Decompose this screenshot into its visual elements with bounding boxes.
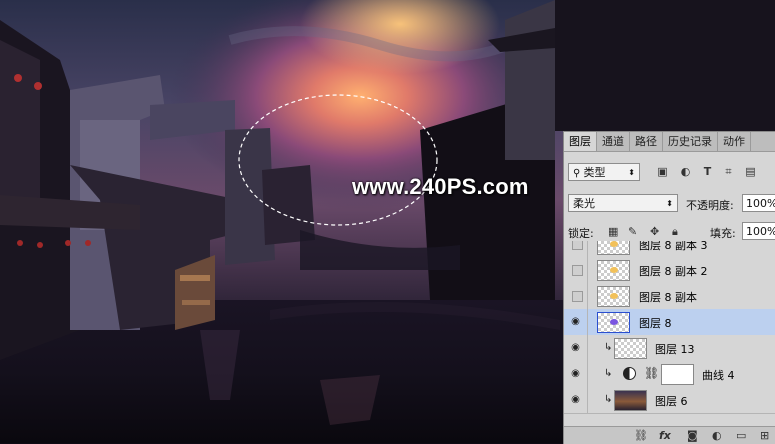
- layers-panel: 图层 通道 路径 历史记录 动作 ⚲ 类型 ⬍ ▣ ◐ T ⌗ ▤ 柔光 ⬍ 不…: [563, 131, 775, 444]
- eye-icon[interactable]: ◉: [568, 366, 583, 381]
- purple-thumbnail-mark: [610, 319, 618, 325]
- glow-thumbnail-mark: [610, 293, 618, 299]
- image-filter-icon[interactable]: ▣: [656, 165, 669, 178]
- smart-object-filter-icon[interactable]: ▤: [744, 165, 757, 178]
- new-layer-icon[interactable]: ⊞: [760, 429, 769, 443]
- type-filter-icon[interactable]: T: [701, 165, 714, 178]
- lock-label: 锁定:: [568, 227, 594, 240]
- eye-icon[interactable]: ◉: [568, 340, 583, 355]
- layer-thumbnail: [597, 312, 630, 333]
- fill-input[interactable]: 100%: [742, 222, 775, 240]
- eye-icon[interactable]: ◉: [568, 392, 583, 407]
- divider: [587, 361, 588, 387]
- layer-name: 图层 8 副本 3: [639, 241, 708, 252]
- layer-thumbnail: [597, 241, 630, 255]
- layer-row[interactable]: 图层 8 副本 3: [564, 241, 775, 258]
- layer-name: 曲线 4: [702, 369, 735, 382]
- blend-mode-value: 柔光: [573, 197, 595, 210]
- clipping-arrow-icon: ↳: [604, 342, 613, 353]
- lock-position-icon[interactable]: ✥: [650, 225, 659, 238]
- layer-row[interactable]: 图层 8 副本: [564, 283, 775, 310]
- folder-icon[interactable]: ▭: [736, 429, 746, 443]
- opacity-label: 不透明度:: [686, 199, 734, 212]
- layer-row-selected[interactable]: ◉ 图层 8: [564, 309, 775, 336]
- lock-transparent-icon[interactable]: ▦: [608, 225, 618, 238]
- layer-name: 图层 6: [655, 395, 688, 408]
- fx-icon[interactable]: fx: [659, 429, 671, 443]
- adjustment-filter-icon[interactable]: ◐: [679, 165, 692, 178]
- panel-footer: ⛓ fx ◙ ◐ ▭ ⊞: [564, 426, 775, 444]
- eye-icon[interactable]: ◉: [568, 314, 583, 329]
- panel-tabs: 图层 通道 路径 历史记录 动作: [564, 132, 775, 152]
- visibility-toggle[interactable]: [572, 241, 583, 250]
- layer-row[interactable]: 图层 8 副本 2: [564, 257, 775, 284]
- divider: [587, 241, 588, 257]
- tab-actions[interactable]: 动作: [718, 132, 751, 151]
- clipping-arrow-icon: ↳: [604, 394, 613, 405]
- watermark-text: www.240PS.com: [352, 174, 529, 199]
- layer-filter-select[interactable]: ⚲ 类型 ⬍: [568, 163, 640, 181]
- tab-layers[interactable]: 图层: [564, 132, 597, 151]
- layer-row[interactable]: ◉ ↳ 图层 6: [564, 387, 775, 414]
- fill-label: 填充:: [710, 227, 736, 240]
- tab-history[interactable]: 历史记录: [663, 132, 718, 151]
- divider: [587, 257, 588, 283]
- layer-list: 图层 8 副本 3 图层 8 副本 2 图层 8 副本 ◉ 图层 8 ◉ ↳ 图…: [564, 241, 775, 426]
- layer-thumbnail: [597, 286, 630, 307]
- layer-thumbnail: [597, 260, 630, 281]
- layer-name: 图层 8 副本: [639, 291, 697, 304]
- layer-name: 图层 13: [655, 343, 695, 356]
- curves-adjustment-icon: [623, 367, 636, 380]
- visibility-toggle[interactable]: [572, 265, 583, 276]
- divider: [587, 335, 588, 361]
- adjustment-icon[interactable]: ◐: [712, 429, 722, 443]
- divider: [587, 309, 588, 335]
- clipping-arrow-icon: ↳: [604, 368, 613, 379]
- layer-name: 图层 8: [639, 317, 672, 330]
- tab-paths[interactable]: 路径: [630, 132, 663, 151]
- shape-filter-icon[interactable]: ⌗: [722, 165, 735, 178]
- layer-thumbnail: [614, 390, 647, 411]
- lock-all-icon[interactable]: 🔒︎: [672, 225, 678, 238]
- visibility-toggle[interactable]: [572, 291, 583, 302]
- opacity-input[interactable]: 100%: [742, 194, 775, 212]
- layer-row[interactable]: ◉ ↳ 图层 13: [564, 335, 775, 362]
- filter-value: 类型: [583, 166, 606, 179]
- chevron-updown-icon: ⬍: [666, 199, 673, 208]
- layer-row[interactable]: ◉ ↳ ⛓ 曲线 4: [564, 361, 775, 388]
- glow-thumbnail-mark: [610, 267, 618, 273]
- tab-channels[interactable]: 通道: [597, 132, 630, 151]
- layer-name: 图层 8 副本 2: [639, 265, 708, 278]
- blend-mode-select[interactable]: 柔光 ⬍: [568, 194, 678, 212]
- layer-thumbnail: [614, 338, 647, 359]
- lock-pixels-icon[interactable]: ✎: [628, 225, 637, 238]
- mask-icon[interactable]: ◙: [687, 429, 698, 443]
- chevron-updown-icon: ⬍: [628, 168, 635, 177]
- divider: [587, 387, 588, 413]
- search-icon: ⚲: [573, 168, 584, 179]
- layer-mask-thumbnail[interactable]: [661, 364, 694, 385]
- chain-link-icon[interactable]: ⛓: [644, 366, 659, 380]
- divider: [587, 283, 588, 309]
- link-icon[interactable]: ⛓: [634, 429, 648, 443]
- glow-thumbnail-mark: [610, 241, 618, 247]
